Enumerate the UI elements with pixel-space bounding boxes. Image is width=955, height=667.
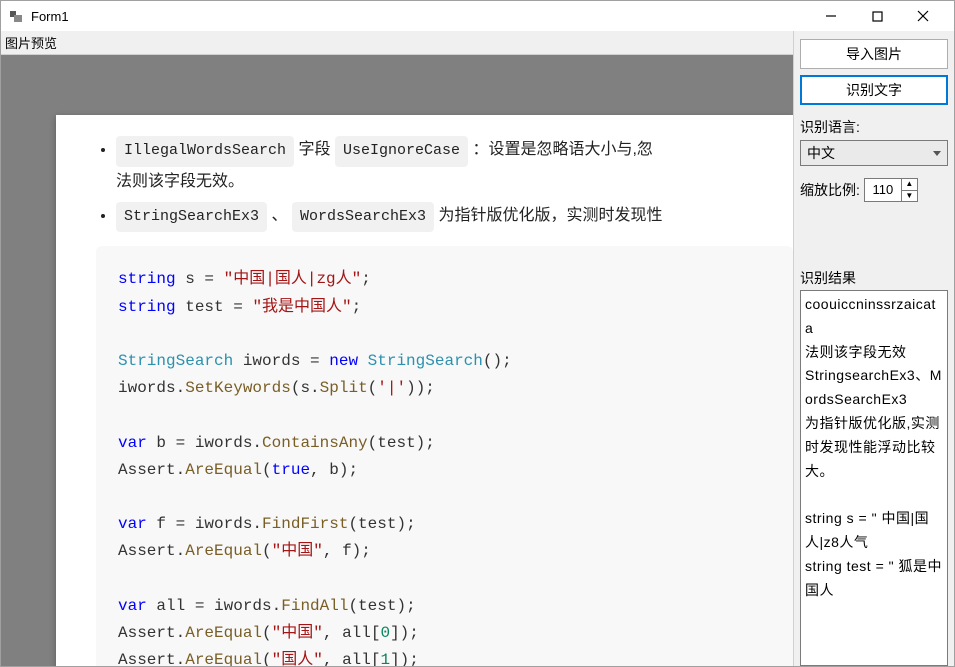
- app-icon: [9, 8, 25, 24]
- result-label: 识别结果: [800, 268, 948, 288]
- close-button[interactable]: [900, 1, 946, 31]
- bullet-list: IllegalWordsSearch 字段 UseIgnoreCase ：设置是…: [96, 135, 793, 232]
- window-title: Form1: [31, 9, 69, 24]
- result-group: 识别结果 coouiccninssrzaicata 法则该字段无效 String…: [800, 268, 948, 666]
- zoom-label: 缩放比例:: [800, 180, 860, 200]
- import-image-button[interactable]: 导入图片: [800, 39, 948, 69]
- titlebar[interactable]: Form1: [1, 1, 954, 31]
- zoom-field: 缩放比例: 110 ▲ ▼: [800, 178, 948, 202]
- code-pill: UseIgnoreCase: [335, 136, 468, 167]
- preview-area[interactable]: IllegalWordsSearch 字段 UseIgnoreCase ：设置是…: [1, 55, 793, 666]
- body: 图片预览 IllegalWordsSearch 字段 UseIgnoreCase…: [1, 31, 954, 666]
- maximize-button[interactable]: [854, 1, 900, 31]
- language-field: 识别语言: 中文: [800, 117, 948, 166]
- code-block: string s = "中国|国人|zg人"; string test = "我…: [96, 246, 793, 666]
- spinner-up-icon[interactable]: ▲: [902, 179, 917, 191]
- code-pill: IllegalWordsSearch: [116, 136, 294, 167]
- right-pane: 导入图片 识别文字 识别语言: 中文 缩放比例: 110 ▲ ▼: [794, 31, 954, 666]
- app-window: Form1 图片预览 IllegalWordsSearch 字段 UseIgno…: [0, 0, 955, 667]
- zoom-spinner[interactable]: 110 ▲ ▼: [864, 178, 918, 202]
- left-pane: 图片预览 IllegalWordsSearch 字段 UseIgnoreCase…: [1, 31, 794, 666]
- spinner-down-icon[interactable]: ▼: [902, 191, 917, 202]
- recognize-text-button[interactable]: 识别文字: [800, 75, 948, 105]
- zoom-value[interactable]: 110: [865, 179, 901, 201]
- bullet-item: StringSearchEx3 、 WordsSearchEx3 为指针版优化版…: [116, 201, 793, 233]
- language-value: 中文: [807, 145, 835, 161]
- bullet-item: IllegalWordsSearch 字段 UseIgnoreCase ：设置是…: [116, 135, 793, 197]
- language-label: 识别语言:: [800, 117, 948, 137]
- result-textbox[interactable]: coouiccninssrzaicata 法则该字段无效 Stringsearc…: [800, 290, 948, 666]
- code-pill: WordsSearchEx3: [292, 202, 434, 233]
- preview-group-label: 图片预览: [1, 31, 793, 55]
- minimize-button[interactable]: [808, 1, 854, 31]
- code-pill: StringSearchEx3: [116, 202, 267, 233]
- document-preview: IllegalWordsSearch 字段 UseIgnoreCase ：设置是…: [56, 115, 793, 666]
- language-select[interactable]: 中文: [800, 140, 948, 166]
